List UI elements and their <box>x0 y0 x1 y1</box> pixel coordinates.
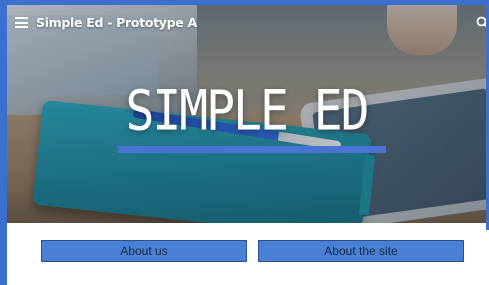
top-navigation-bar: Simple Ed - Prototype A <box>7 5 486 41</box>
search-icon[interactable] <box>476 16 486 30</box>
hero-banner: Simple Ed - Prototype A SIMPLE ED <box>7 5 486 223</box>
site-title[interactable]: Simple Ed - Prototype A <box>36 15 197 30</box>
about-us-button[interactable]: About us <box>41 240 247 262</box>
hero-title: SIMPLE ED <box>125 78 369 144</box>
window-frame-left <box>0 0 7 285</box>
page: Simple Ed - Prototype A SIMPLE ED About … <box>7 5 486 285</box>
hamburger-menu-icon[interactable] <box>15 17 28 28</box>
hero-title-underline <box>118 146 386 153</box>
about-the-site-button[interactable]: About the site <box>258 240 464 262</box>
